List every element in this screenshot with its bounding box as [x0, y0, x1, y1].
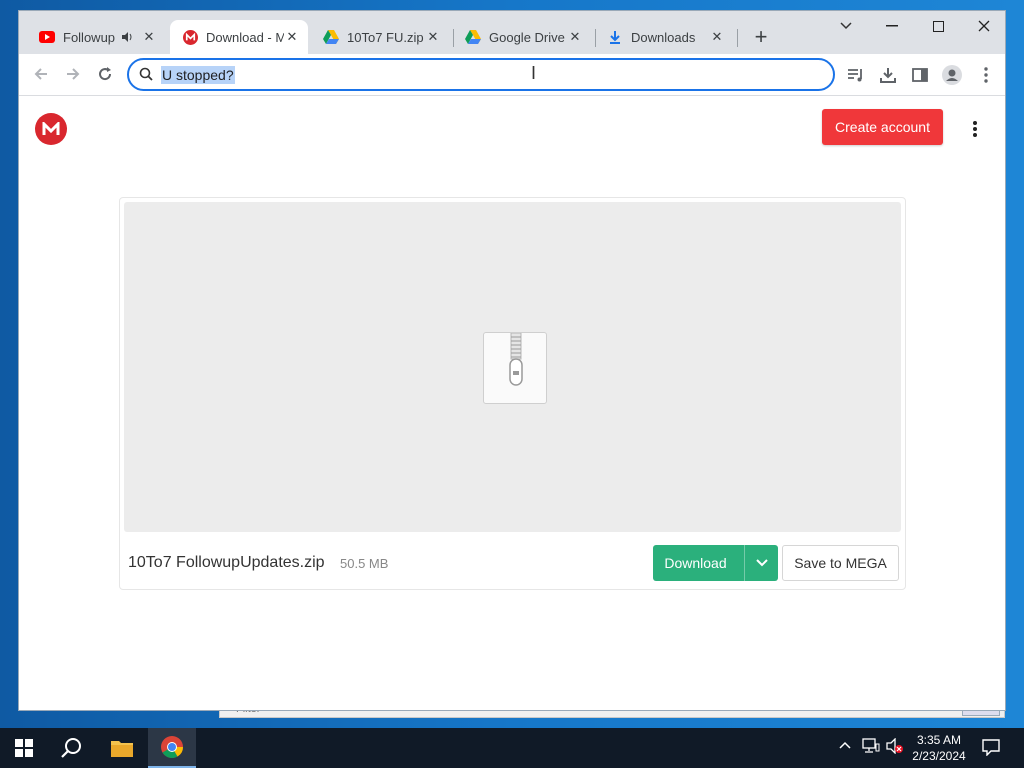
taskbar: 3:35 AM 2/23/2024	[0, 728, 1024, 768]
mega-logo[interactable]	[35, 113, 67, 145]
notifications-button[interactable]	[982, 738, 1000, 759]
file-explorer-button[interactable]	[98, 728, 146, 768]
browser-toolbar: U stopped? I	[19, 54, 1005, 96]
address-bar-text[interactable]: U stopped?	[161, 66, 235, 84]
close-icon	[978, 20, 990, 32]
tab-separator	[737, 29, 738, 47]
download-button-label: Download	[664, 555, 727, 571]
reload-icon	[99, 67, 112, 81]
network-button[interactable]	[862, 738, 880, 757]
download-options-dropdown[interactable]	[744, 545, 778, 581]
close-tab-icon[interactable]: ✕	[141, 29, 157, 45]
close-tab-icon[interactable]: ✕	[425, 29, 441, 45]
network-icon	[862, 738, 880, 753]
chrome-taskbar-button[interactable]	[148, 728, 196, 768]
save-to-mega-button[interactable]: Save to MEGA	[782, 545, 899, 581]
downloads-button[interactable]	[877, 64, 899, 86]
zip-file-icon	[483, 332, 547, 404]
google-drive-icon	[323, 29, 339, 45]
close-tab-icon[interactable]: ✕	[709, 29, 725, 45]
tab-search-button[interactable]	[823, 11, 869, 41]
close-tab-icon[interactable]: ✕	[567, 29, 583, 45]
tab-downloads[interactable]: Downloads ✕	[595, 20, 733, 54]
mega-icon	[182, 29, 198, 45]
close-window-button[interactable]	[961, 11, 1005, 41]
reload-button[interactable]	[91, 60, 119, 88]
chevron-down-icon	[840, 22, 852, 30]
tab-title: Downloads	[631, 29, 696, 45]
tab-title: Download - M	[206, 29, 284, 45]
folder-icon	[111, 741, 133, 757]
windows-logo-icon	[15, 739, 33, 757]
new-tab-button[interactable]: +	[749, 24, 773, 49]
youtube-icon	[39, 29, 55, 45]
browser-window: Followup ✕ Download - M ✕ 10To7 FU.zip -…	[18, 10, 1006, 711]
file-preview	[124, 202, 901, 532]
chevron-up-icon	[839, 741, 851, 749]
clock-date: 2/23/2024	[912, 749, 966, 763]
back-button[interactable]	[27, 60, 55, 88]
tab-mega-download[interactable]: Download - M ✕	[170, 20, 308, 54]
close-tab-icon[interactable]: ✕	[284, 29, 300, 45]
side-panel-icon	[912, 68, 928, 82]
tab-title: Google Drive -	[489, 29, 567, 45]
more-vertical-icon	[973, 121, 977, 137]
file-card: 10To7 FollowupUpdates.zip 50.5 MB Downlo…	[119, 197, 906, 590]
media-playlist-icon	[848, 69, 862, 82]
file-name: 10To7 FollowupUpdates.zip	[128, 554, 325, 571]
media-controls-button[interactable]	[845, 64, 867, 86]
file-size: 50.5 MB	[340, 556, 389, 571]
tab-strip: Followup ✕ Download - M ✕ 10To7 FU.zip -…	[19, 11, 1005, 54]
minimize-icon	[886, 25, 898, 27]
back-arrow-icon	[34, 68, 47, 80]
address-bar[interactable]: U stopped? I	[127, 58, 835, 91]
volume-button[interactable]	[886, 737, 904, 757]
google-drive-icon	[465, 29, 481, 45]
chrome-icon	[161, 736, 183, 758]
show-hidden-icons-button[interactable]	[838, 738, 852, 755]
search-icon	[61, 738, 81, 758]
page-content: Create account 10To7 FollowupUpdates.zip…	[19, 97, 1005, 710]
start-button[interactable]	[0, 728, 48, 768]
side-panel-button[interactable]	[909, 64, 931, 86]
maximize-icon	[932, 20, 944, 32]
tab-drive-zip[interactable]: 10To7 FU.zip - ✕	[311, 20, 449, 54]
taskbar-search-button[interactable]	[48, 728, 96, 768]
browser-menu-button[interactable]	[975, 64, 997, 86]
maximize-button[interactable]	[915, 11, 961, 41]
tab-title: Followup	[63, 29, 116, 45]
volume-muted-icon	[886, 737, 903, 755]
profile-button[interactable]	[941, 64, 963, 86]
more-vertical-icon	[984, 67, 988, 83]
download-button[interactable]: Download	[653, 545, 778, 581]
tab-followup[interactable]: Followup ✕	[27, 20, 165, 54]
download-icon	[880, 68, 896, 83]
forward-button[interactable]	[59, 60, 87, 88]
audio-playing-icon[interactable]	[119, 29, 135, 45]
create-account-button[interactable]: Create account	[822, 109, 943, 145]
taskbar-clock[interactable]: 3:35 AM 2/23/2024	[906, 732, 972, 764]
notification-icon	[982, 739, 1000, 757]
mega-m-icon	[42, 122, 60, 135]
tab-google-drive[interactable]: Google Drive - ✕	[453, 20, 591, 54]
page-menu-button[interactable]	[967, 117, 983, 141]
text-cursor-icon: I	[531, 63, 537, 83]
clock-time: 3:35 AM	[916, 733, 962, 747]
search-icon	[139, 67, 153, 86]
chevron-down-icon	[755, 559, 768, 567]
profile-avatar-icon	[942, 65, 962, 85]
download-icon	[607, 29, 623, 45]
minimize-button[interactable]	[869, 11, 915, 41]
forward-arrow-icon	[67, 68, 80, 80]
tab-title: 10To7 FU.zip -	[347, 29, 425, 45]
